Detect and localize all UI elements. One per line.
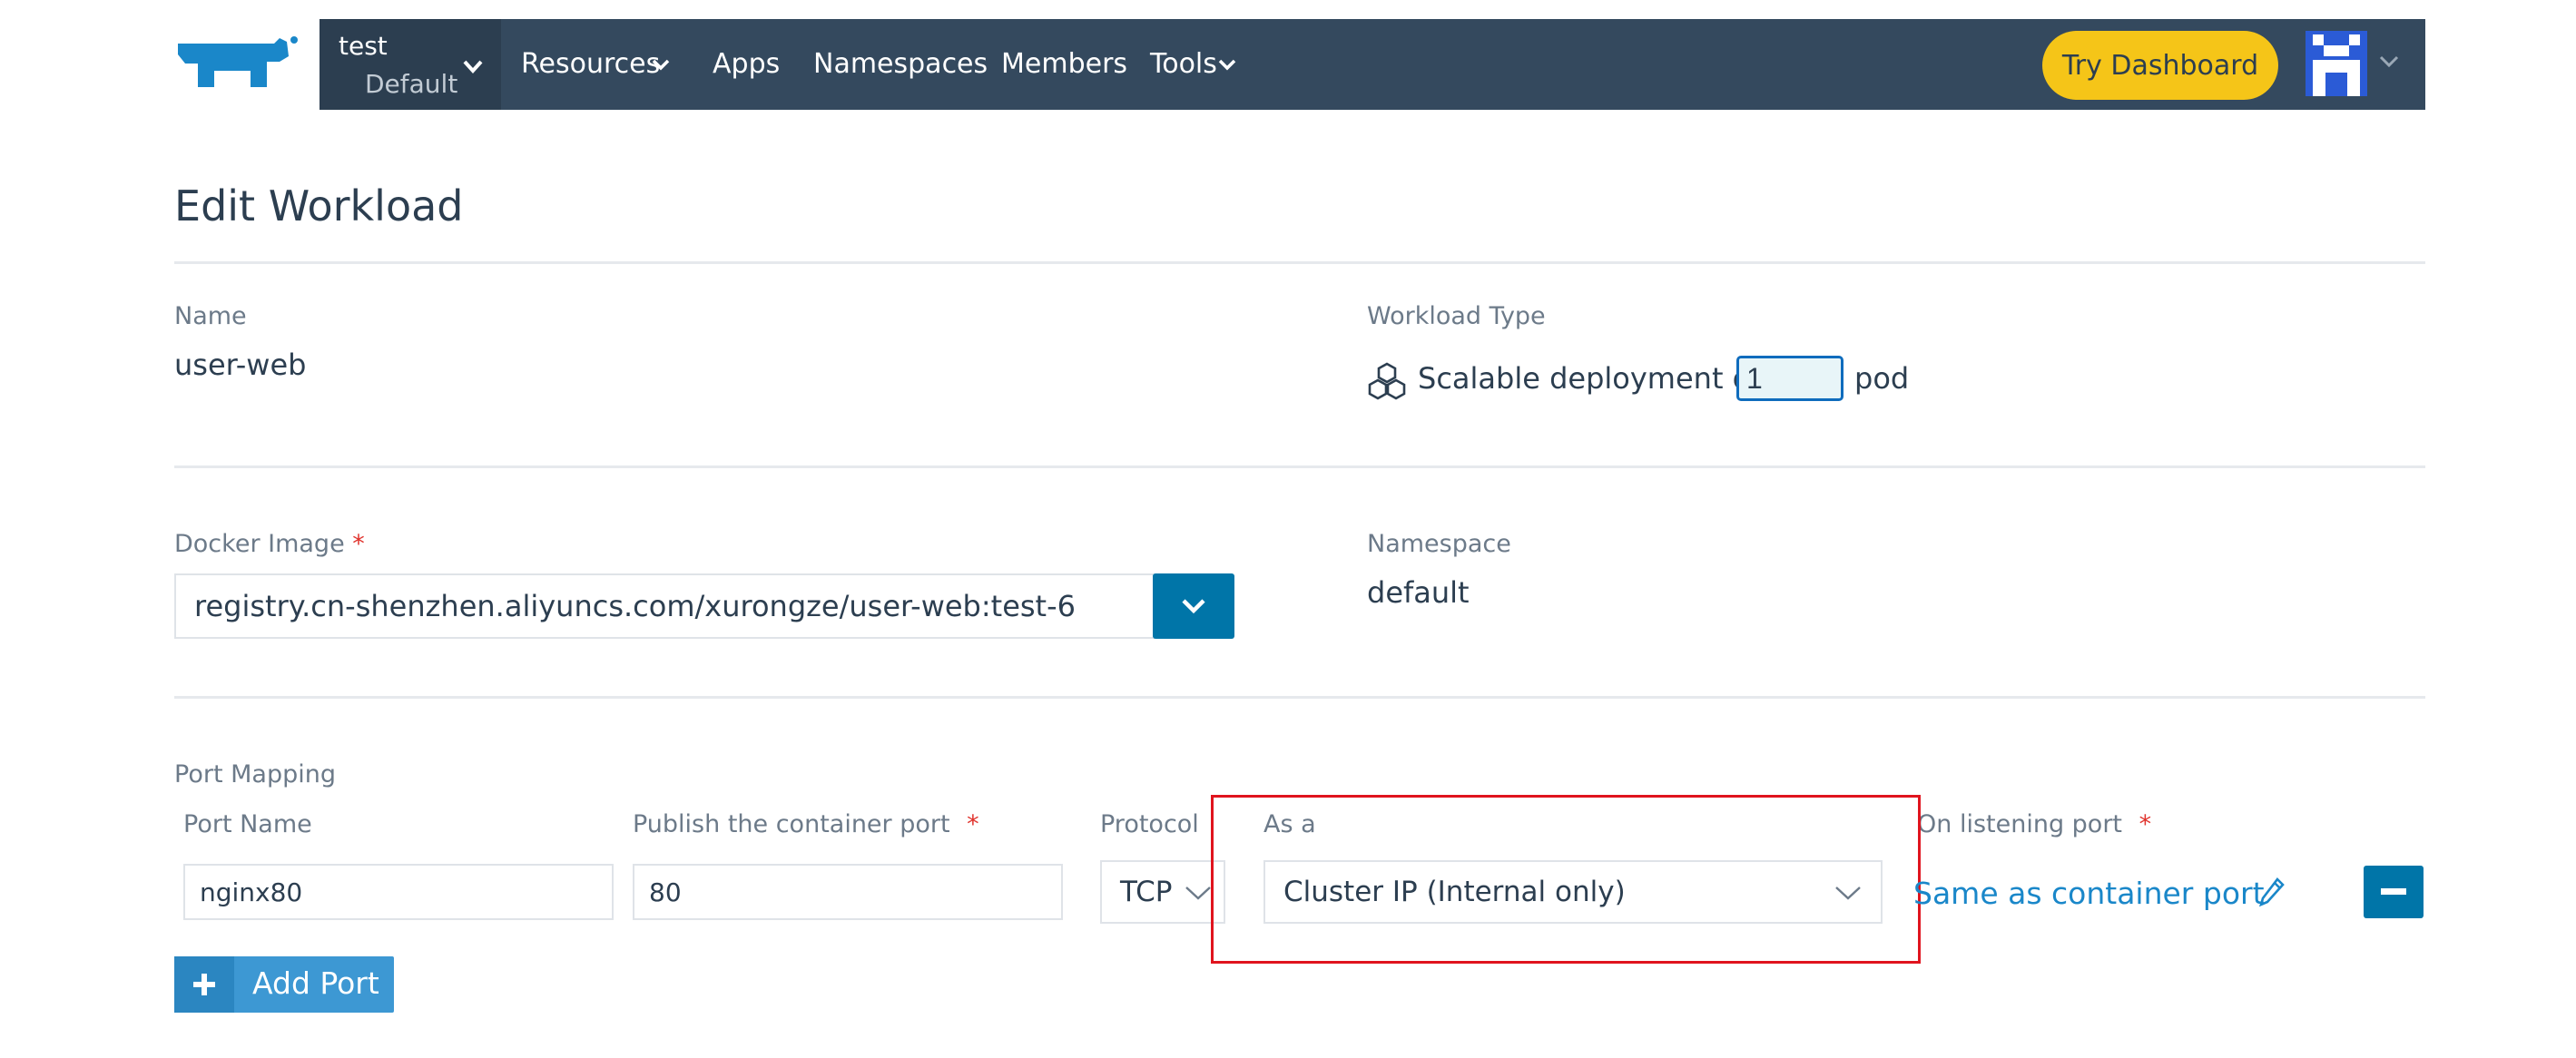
docker-image-dropdown-button[interactable]	[1153, 573, 1234, 639]
protocol-select-value: TCP	[1120, 876, 1173, 908]
protocol-header: Protocol	[1100, 810, 1199, 838]
try-dashboard-button[interactable]: Try Dashboard	[2042, 31, 2278, 100]
nav-tools[interactable]: Tools	[1150, 48, 1217, 80]
nav-resources[interactable]: Resources	[521, 48, 660, 80]
page-title: Edit Workload	[174, 181, 464, 230]
project-name: Default	[365, 69, 458, 99]
remove-port-button[interactable]	[2364, 866, 2424, 918]
required-mark: *	[352, 530, 365, 558]
chevron-down-icon	[1182, 599, 1205, 614]
protocol-select[interactable]: TCP	[1100, 860, 1225, 924]
listening-port-header-text: On listening port	[1917, 810, 2123, 838]
workload-type-prefix: Scalable deployment of	[1418, 361, 1761, 396]
scale-input[interactable]	[1736, 356, 1844, 401]
pencil-icon[interactable]	[2258, 877, 2286, 907]
cluster-name: test	[339, 31, 388, 61]
nav-members[interactable]: Members	[1001, 48, 1127, 80]
namespace-label: Namespace	[1367, 530, 1511, 558]
required-mark: *	[2138, 810, 2152, 838]
rancher-logo[interactable]	[172, 34, 300, 94]
cubes-icon	[1367, 361, 1407, 401]
nav-apps[interactable]: Apps	[713, 48, 780, 80]
divider	[174, 261, 2425, 264]
chevron-down-icon	[650, 54, 672, 75]
required-mark: *	[967, 810, 979, 838]
container-port-input[interactable]	[633, 864, 1063, 920]
workload-type-suffix: pod	[1854, 361, 1910, 396]
nav-namespaces[interactable]: Namespaces	[813, 48, 988, 80]
divider	[174, 696, 2425, 699]
workload-type-label: Workload Type	[1367, 302, 1546, 330]
port-name-input[interactable]	[183, 864, 614, 920]
port-name-header: Port Name	[183, 810, 312, 838]
publish-port-header-text: Publish the container port	[633, 810, 950, 838]
highlight-annotation-box	[1211, 795, 1921, 964]
plus-icon	[174, 956, 234, 1013]
chevron-down-icon	[1184, 880, 1213, 906]
name-value: user-web	[174, 348, 307, 382]
namespace-value: default	[1367, 575, 1470, 610]
docker-image-input[interactable]	[174, 573, 1155, 639]
docker-image-label: Docker Image *	[174, 530, 365, 558]
chevron-down-icon[interactable]	[459, 53, 487, 80]
chevron-down-icon[interactable]	[2376, 49, 2402, 74]
listening-port-header: On listening port *	[1917, 810, 2151, 838]
add-port-label: Add Port	[252, 965, 379, 1001]
port-mapping-label: Port Mapping	[174, 760, 336, 789]
chevron-down-icon	[1216, 54, 1238, 75]
same-as-container-port-link[interactable]: Same as container port	[1913, 876, 2265, 911]
add-port-button[interactable]: Add Port	[174, 956, 394, 1013]
name-label: Name	[174, 302, 247, 330]
divider	[174, 465, 2425, 468]
minus-icon	[2381, 888, 2406, 895]
publish-port-header: Publish the container port *	[633, 810, 979, 838]
avatar[interactable]	[2306, 31, 2367, 96]
docker-image-label-text: Docker Image	[174, 530, 345, 558]
